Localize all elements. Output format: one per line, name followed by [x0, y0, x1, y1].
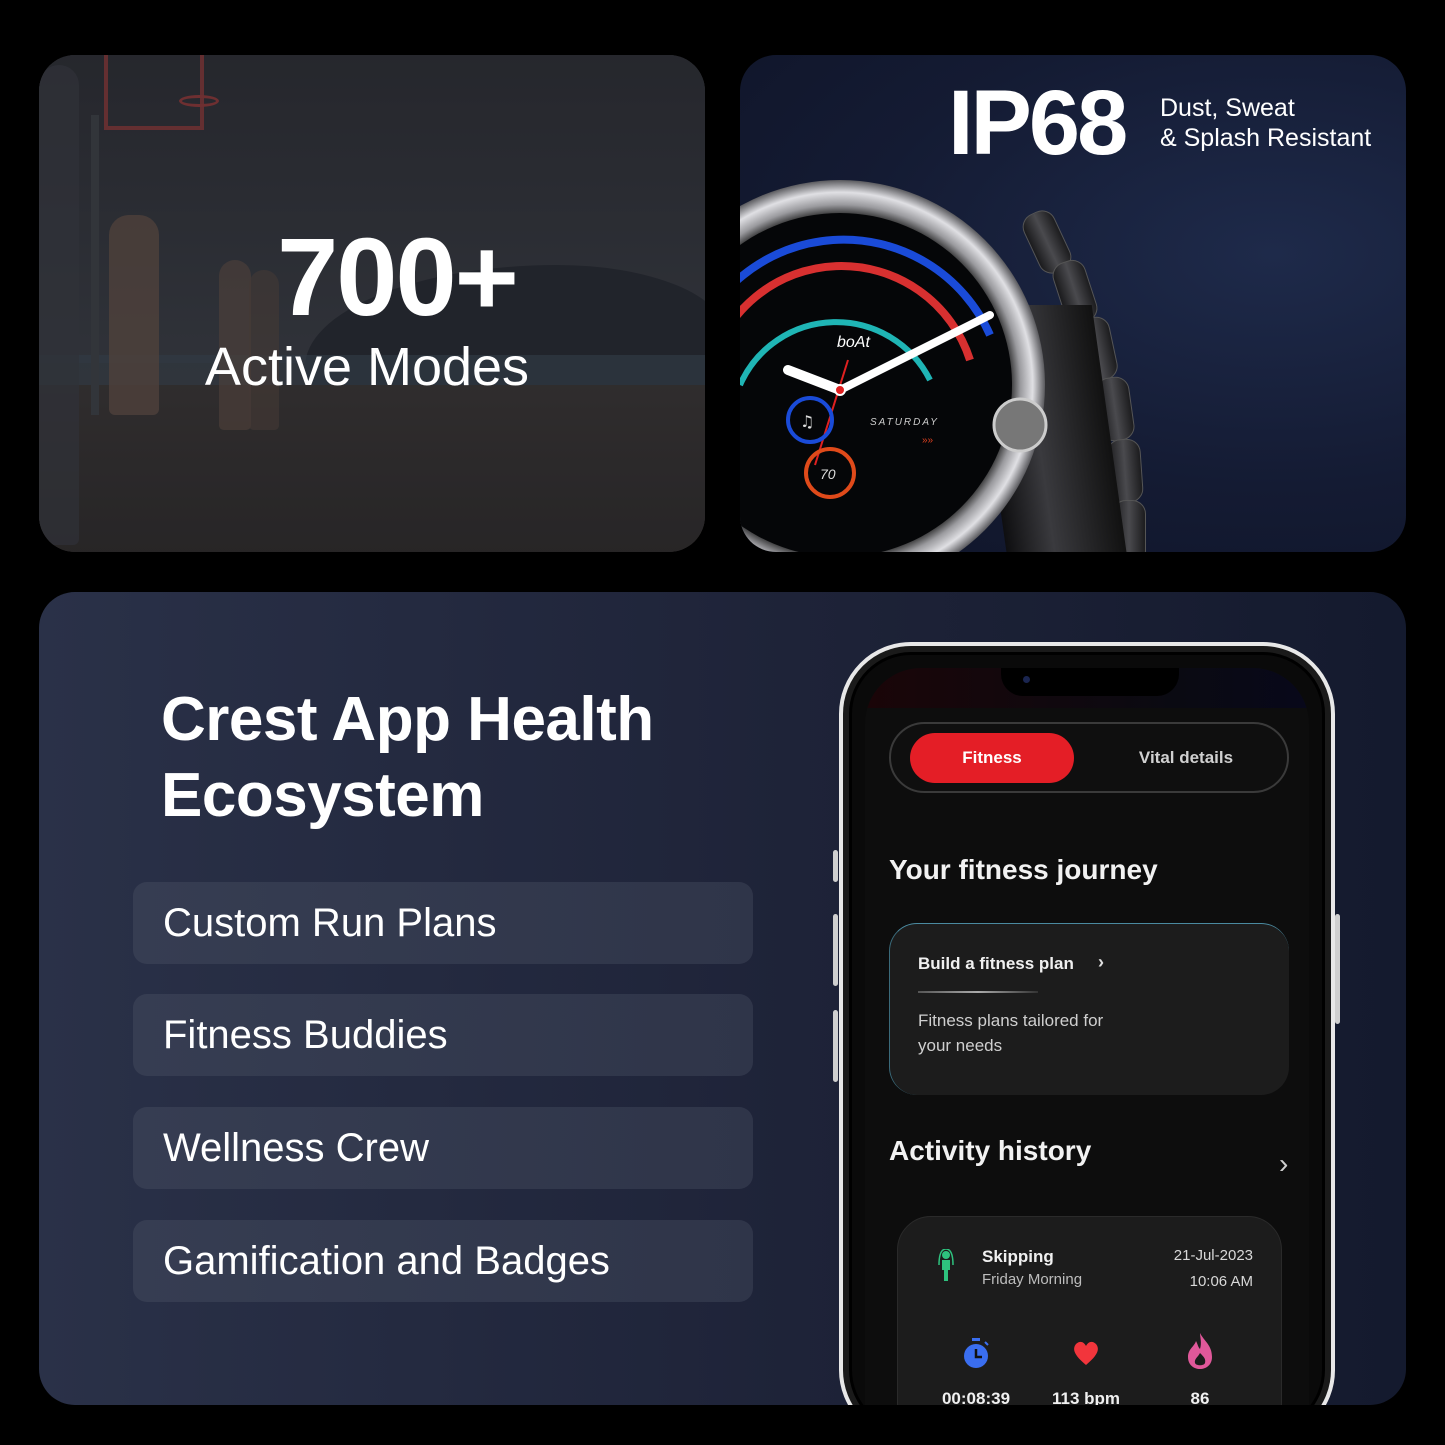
- smartwatch-image: boAt SATURDAY »» ♫ 70: [740, 180, 1048, 552]
- ip-rating: IP68: [948, 72, 1128, 174]
- ip68-card: IP68 Dust, Sweat & Splash Resistant boAt…: [740, 55, 1406, 552]
- activity-time: 10:06 AM: [1189, 1273, 1253, 1290]
- feature-fitness-buddies: Fitness Buddies: [133, 994, 753, 1076]
- build-plan-card[interactable]: Build a fitness plan › Fitness plans tai…: [889, 923, 1289, 1095]
- duration-value: 00:08:39: [941, 1389, 1011, 1405]
- activity-date: 21-Jul-2023: [1173, 1247, 1253, 1264]
- divider: [918, 991, 1038, 993]
- feature-custom-run-plans: Custom Run Plans: [133, 882, 753, 964]
- activity-period: Friday Morning: [982, 1271, 1083, 1288]
- stat-heart-rate: 113 bpm: [1026, 1337, 1146, 1405]
- fitness-journey-heading: Your fitness journey: [889, 854, 1158, 885]
- skipping-rope-icon: [938, 1249, 954, 1281]
- activity-history-heading: Activity history: [889, 1135, 1092, 1166]
- modes-count: 700+: [277, 216, 519, 339]
- phone-power-button: [1335, 914, 1340, 1024]
- heart-icon: [1074, 1341, 1098, 1365]
- tab-switcher: Fitness Vital details: [889, 722, 1289, 793]
- feature-wellness-crew: Wellness Crew: [133, 1107, 753, 1189]
- heart-rate-value: 113 bpm: [1051, 1389, 1121, 1405]
- active-modes-card: 700+ Active Modes: [39, 55, 705, 552]
- watch-brand: boAt: [837, 334, 870, 351]
- flame-icon: [1188, 1333, 1212, 1369]
- stat-calories: 86: [1140, 1333, 1260, 1405]
- activity-item[interactable]: Skipping Friday Morning 21-Jul-2023 10:0…: [897, 1216, 1282, 1405]
- phone-mockup: Fitness Vital details Your fitness journ…: [839, 642, 1335, 1405]
- build-plan-description: Fitness plans tailored for your needs: [918, 1011, 1104, 1055]
- phone-volume-up: [833, 914, 838, 986]
- tab-vital-details[interactable]: Vital details: [1101, 733, 1271, 783]
- activity-name: Skipping: [982, 1247, 1054, 1266]
- activity-history-chevron-icon[interactable]: ›: [1279, 1148, 1288, 1180]
- phone-volume-down: [833, 1010, 838, 1082]
- stopwatch-icon: [964, 1338, 989, 1368]
- phone-screen: Fitness Vital details Your fitness journ…: [865, 668, 1309, 1405]
- build-plan-title[interactable]: Build a fitness plan: [918, 954, 1074, 974]
- chevron-right-icon[interactable]: ›: [1098, 952, 1104, 973]
- tab-fitness[interactable]: Fitness: [910, 733, 1074, 783]
- music-icon: ♫: [800, 412, 814, 431]
- ip-description-line1: Dust, Sweat: [1160, 94, 1295, 122]
- section-title: Crest App Health Ecosystem: [161, 682, 654, 834]
- ip-description: Dust, Sweat & Splash Resistant: [1160, 93, 1371, 153]
- phone-silent-switch: [833, 850, 838, 882]
- ip-description-line2: & Splash Resistant: [1160, 124, 1372, 152]
- feature-gamification-badges: Gamification and Badges: [133, 1220, 753, 1302]
- watch-day: SATURDAY: [870, 417, 939, 428]
- watch-crown: [992, 397, 1048, 453]
- svg-text:70: 70: [820, 466, 836, 482]
- phone-notch: [1001, 668, 1179, 696]
- title-line-1: Crest App Health: [161, 685, 654, 754]
- stat-duration: 00:08:39: [916, 1337, 1036, 1405]
- crest-app-card: Crest App Health Ecosystem Custom Run Pl…: [39, 592, 1406, 1405]
- title-line-2: Ecosystem: [161, 761, 484, 830]
- modes-label: Active Modes: [204, 337, 530, 397]
- svg-text:»»: »»: [922, 435, 934, 446]
- calories-value: 86: [1190, 1389, 1210, 1405]
